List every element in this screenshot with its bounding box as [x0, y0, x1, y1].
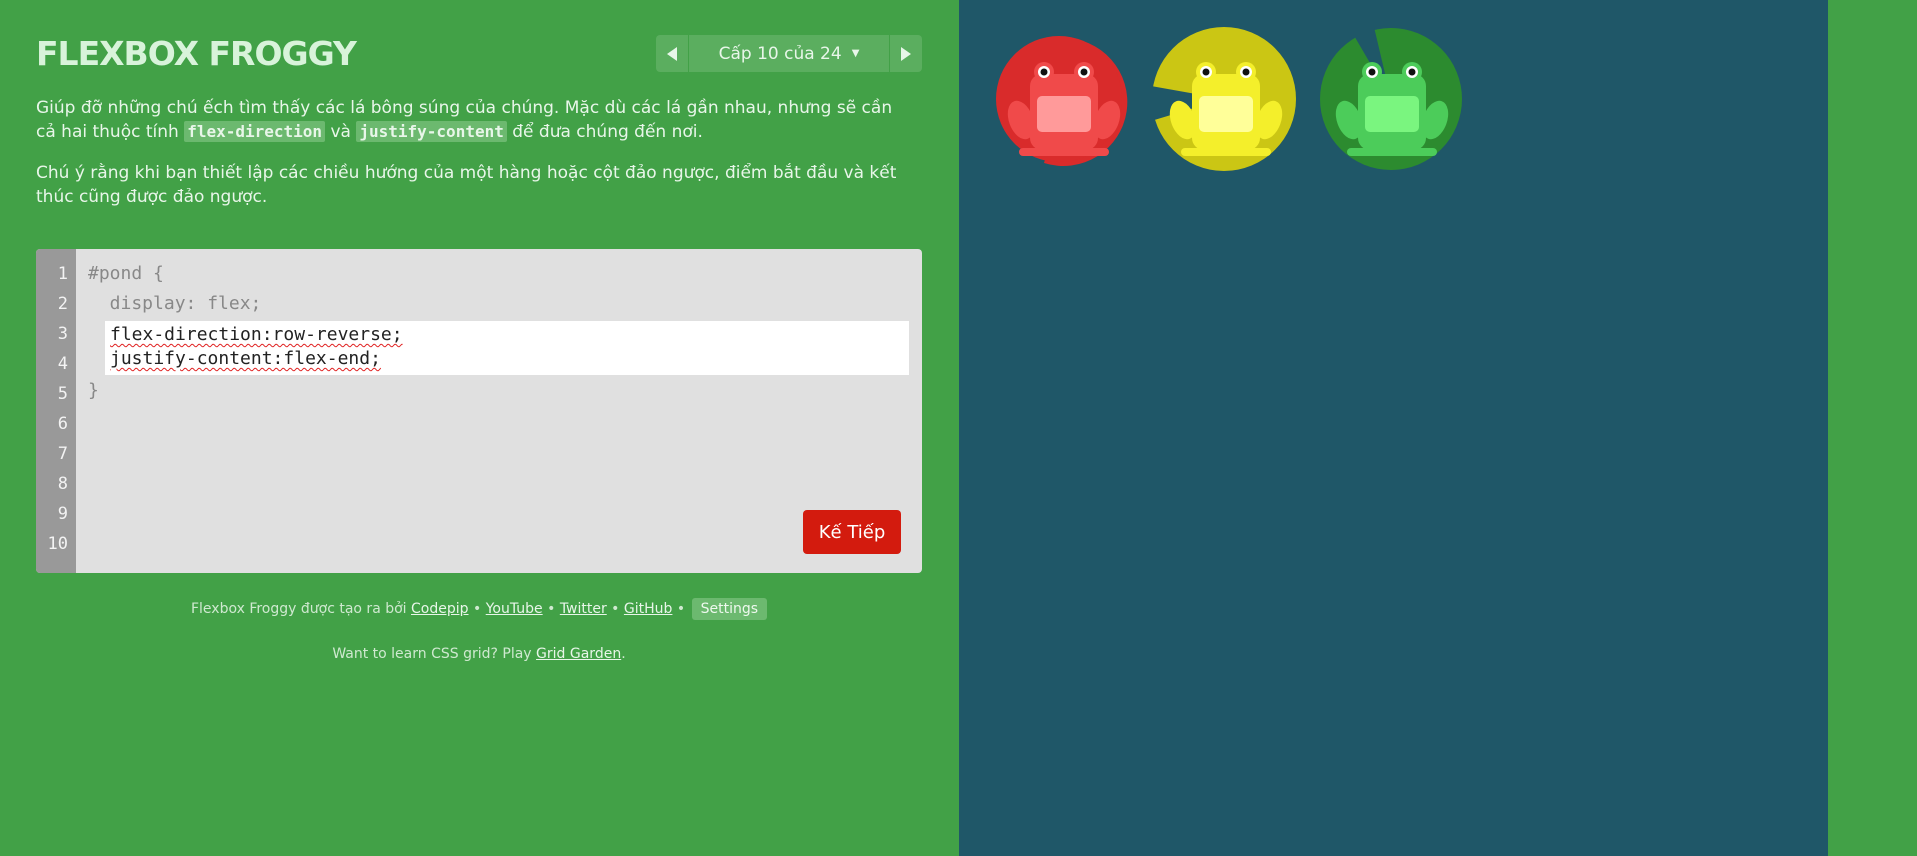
level-label: Cấp 10 của 24	[718, 43, 842, 64]
next-level-button[interactable]	[890, 35, 922, 72]
level-navigator: Cấp 10 của 24 ▼	[656, 35, 922, 72]
grid-garden-promo: Want to learn CSS grid? Play Grid Garden…	[36, 646, 922, 662]
line-number: 7	[57, 444, 68, 464]
youtube-link[interactable]: YouTube	[486, 601, 543, 617]
level-indicator[interactable]: Cấp 10 của 24 ▼	[689, 35, 889, 72]
frog-yellow	[1169, 62, 1283, 156]
input-line-1[interactable]: flex-direction:row-reverse;	[110, 324, 403, 345]
settings-button[interactable]: Settings	[691, 598, 768, 620]
promo-text-end: .	[621, 646, 626, 662]
line-number: 6	[57, 414, 68, 434]
grid-garden-link[interactable]: Grid Garden	[536, 646, 621, 662]
separator: •	[542, 601, 560, 617]
codepip-link[interactable]: Codepip	[411, 601, 469, 617]
credits: Flexbox Froggy được tạo ra bởi Codepip •…	[36, 598, 922, 620]
line-number: 3	[57, 324, 68, 344]
instructions-text: Giúp đỡ những chú ếch tìm thấy các lá bô…	[36, 96, 916, 226]
page-margin	[1828, 0, 1917, 856]
line-number-gutter: 1 2 3 4 5 6 7 8 9 10	[36, 249, 76, 573]
frog-green	[1335, 62, 1449, 156]
github-link[interactable]: GitHub	[624, 601, 673, 617]
code-line-1: #pond {	[88, 263, 164, 284]
arrow-right-icon	[901, 46, 911, 61]
line-number: 2	[57, 294, 68, 314]
line-number: 10	[47, 534, 68, 554]
page-title: FLEXBOX FROGGY	[36, 34, 357, 73]
arrow-left-icon	[667, 46, 677, 61]
code-justify-content: justify-content	[356, 121, 507, 142]
code-flex-direction: flex-direction	[184, 121, 326, 142]
separator: •	[606, 601, 624, 617]
next-button[interactable]: Kế Tiếp	[803, 510, 901, 554]
line-number: 4	[57, 354, 68, 374]
separator: •	[672, 601, 690, 617]
instructions-panel: FLEXBOX FROGGY Cấp 10 của 24 ▼ Giúp đỡ n…	[0, 0, 959, 856]
instruction-paragraph-2: Chú ý rằng khi bạn thiết lập các chiều h…	[36, 163, 897, 207]
code-line-5: }	[88, 380, 99, 401]
instruction-text: và	[325, 122, 357, 142]
line-number: 9	[57, 504, 68, 524]
promo-text: Want to learn CSS grid? Play	[332, 646, 537, 662]
frog-red	[1007, 62, 1121, 156]
previous-level-button[interactable]	[656, 35, 688, 72]
instruction-text: để đưa chúng đến nơi.	[506, 122, 703, 142]
css-editor: 1 2 3 4 5 6 7 8 9 10 #pond { display: fl…	[36, 249, 922, 573]
code-line-2: display: flex;	[88, 293, 262, 314]
instruction-paragraph-1: Giúp đỡ những chú ếch tìm thấy các lá bô…	[36, 96, 916, 144]
pond	[959, 0, 1828, 856]
line-number: 1	[57, 264, 68, 284]
separator: •	[468, 601, 486, 617]
credits-text: Flexbox Froggy được tạo ra bởi	[190, 601, 412, 617]
line-number: 5	[57, 384, 68, 404]
caret-down-icon: ▼	[851, 48, 860, 59]
twitter-link[interactable]: Twitter	[560, 601, 607, 617]
input-line-2[interactable]: justify-content:flex-end;	[110, 348, 381, 369]
line-number: 8	[57, 474, 68, 494]
